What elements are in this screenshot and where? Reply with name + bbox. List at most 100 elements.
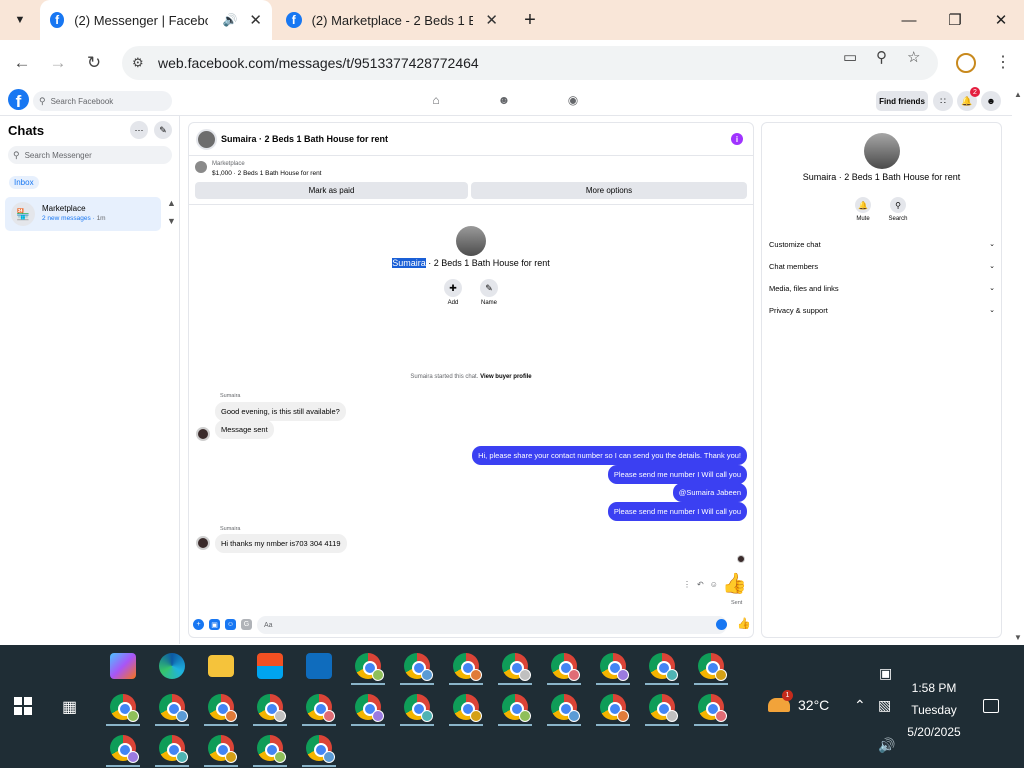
chrome-profile-icon[interactable] xyxy=(404,694,433,722)
messenger-search-input[interactable]: ⚲ Search Messenger xyxy=(8,146,172,164)
show-hidden-icons-icon[interactable]: ⌃ xyxy=(854,697,866,714)
sender-avatar[interactable] xyxy=(196,427,210,441)
chrome-profile-icon[interactable] xyxy=(355,653,384,681)
tab-messenger[interactable]: f (2) Messenger | Facebook 🔊 ✕ xyxy=(40,0,272,40)
add-people-button[interactable]: ✚ Add xyxy=(441,279,465,306)
sticker-icon[interactable]: ☺ xyxy=(225,619,236,630)
new-tab-button[interactable]: + xyxy=(518,8,542,32)
outgoing-message[interactable]: Please send me number I Will call you xyxy=(607,465,747,484)
chrome-profile-icon[interactable] xyxy=(502,694,531,722)
chrome-profile-icon[interactable] xyxy=(453,653,482,681)
outlook-icon[interactable] xyxy=(306,653,332,679)
find-friends-button[interactable]: Find friends xyxy=(876,91,928,111)
chrome-profile-icon[interactable] xyxy=(649,694,678,722)
close-tab-icon[interactable]: ✕ xyxy=(485,11,498,29)
photo-icon[interactable]: ▣ xyxy=(209,619,220,630)
tab-search-chevron-icon[interactable]: ▼ xyxy=(8,8,32,32)
hero-avatar[interactable] xyxy=(456,226,486,256)
sender-avatar[interactable] xyxy=(196,536,210,550)
incoming-message[interactable]: Hi thanks my nmber is703 304 4119 xyxy=(215,534,347,553)
sent-like-icon[interactable]: 👍 xyxy=(722,571,747,596)
chrome-profile-icon[interactable] xyxy=(453,694,482,722)
new-message-icon[interactable]: ✎ xyxy=(154,121,172,139)
address-bar[interactable]: ⚙ web.facebook.com/messages/t/9513377428… xyxy=(122,46,938,80)
chrome-profile-icon[interactable] xyxy=(551,653,580,681)
menu-grid-icon[interactable]: ∷ xyxy=(933,91,953,111)
back-button[interactable]: ← xyxy=(9,50,35,76)
microsoft-store-icon[interactable] xyxy=(257,653,283,679)
more-options-button[interactable]: More options xyxy=(471,182,747,199)
system-clock[interactable]: 1:58 PM Tuesday 5/20/2025 xyxy=(904,677,964,743)
minimize-button[interactable]: — xyxy=(895,6,923,34)
chat-list-item[interactable]: 🏪 Marketplace 2 new messages · 1m xyxy=(5,197,161,231)
mark-as-paid-button[interactable]: Mark as paid xyxy=(195,182,468,199)
zoom-icon[interactable]: ⚲ xyxy=(876,48,887,66)
facebook-search-input[interactable]: ⚲ Search Facebook xyxy=(33,91,172,111)
outgoing-message[interactable]: @Sumaira Jabeen xyxy=(672,483,747,502)
chrome-profile-icon[interactable] xyxy=(698,653,727,681)
friends-icon[interactable]: ☻ xyxy=(496,93,512,109)
task-view-icon[interactable]: ▦ xyxy=(62,697,77,717)
chrome-profile-icon[interactable] xyxy=(257,694,286,722)
chrome-profile-icon[interactable] xyxy=(404,653,433,681)
forward-button[interactable]: → xyxy=(45,50,71,76)
message-input[interactable]: Aa xyxy=(257,616,727,634)
sidebar-scroll-down-icon[interactable]: ▼ xyxy=(167,216,176,226)
profile-avatar-icon[interactable] xyxy=(956,53,976,73)
conversation-title[interactable]: Sumaira · 2 Beds 1 Bath House for rent xyxy=(221,134,388,144)
plus-icon[interactable]: + xyxy=(193,619,204,630)
speaker-icon[interactable]: 🔊 xyxy=(222,13,237,27)
copilot-icon[interactable] xyxy=(110,653,136,679)
facebook-logo-icon[interactable]: f xyxy=(8,89,29,110)
volume-icon[interactable]: 🔊 xyxy=(878,737,895,754)
scroll-up-icon[interactable]: ▲ xyxy=(1014,90,1022,99)
file-explorer-icon[interactable] xyxy=(208,655,234,677)
chrome-profile-icon[interactable] xyxy=(159,694,188,722)
chrome-profile-icon[interactable] xyxy=(649,653,678,681)
outgoing-message[interactable]: Please send me number I Will call you xyxy=(607,502,747,521)
sidebar-scroll-up-icon[interactable]: ▲ xyxy=(167,198,176,208)
page-scrollbar[interactable]: ▲ ▼ xyxy=(1012,86,1024,644)
chrome-profile-icon[interactable] xyxy=(698,694,727,722)
chats-options-icon[interactable]: ⋯ xyxy=(130,121,148,139)
bookmark-star-icon[interactable]: ☆ xyxy=(907,48,920,66)
chrome-profile-icon[interactable] xyxy=(208,694,237,722)
outgoing-message[interactable]: Hi, please share your contact number so … xyxy=(472,446,747,465)
chrome-profile-icon[interactable] xyxy=(355,694,384,722)
chrome-profile-icon[interactable] xyxy=(600,694,629,722)
conversation-avatar[interactable] xyxy=(196,129,217,150)
groups-icon[interactable]: ◉ xyxy=(565,93,581,109)
chrome-profile-icon[interactable] xyxy=(600,653,629,681)
meet-now-icon[interactable]: ▣ xyxy=(879,665,892,682)
privacy-support-section[interactable]: Privacy & support ⌄ xyxy=(769,302,995,318)
tab-marketplace[interactable]: f (2) Marketplace - 2 Beds 1 Bath ✕ xyxy=(276,0,508,40)
account-avatar-icon[interactable]: ☻ xyxy=(981,91,1001,111)
chrome-profile-icon[interactable] xyxy=(306,694,335,722)
inbox-filter-tab[interactable]: Inbox xyxy=(9,176,39,189)
close-tab-icon[interactable]: ✕ xyxy=(249,11,262,29)
message-actions[interactable]: ⋮↶☺ xyxy=(683,580,724,589)
chrome-profile-icon[interactable] xyxy=(257,735,286,763)
site-info-icon[interactable]: ⚙ xyxy=(132,55,152,71)
network-icon[interactable]: ▧ xyxy=(878,697,891,714)
mute-button[interactable]: 🔔 Mute xyxy=(849,197,877,222)
incoming-message[interactable]: Good evening, is this still available? xyxy=(215,402,346,421)
restore-button[interactable]: ❐ xyxy=(941,6,969,34)
info-icon[interactable]: i xyxy=(731,133,743,145)
gif-icon[interactable]: G xyxy=(241,619,252,630)
chrome-profile-icon[interactable] xyxy=(306,735,335,763)
edge-icon[interactable] xyxy=(159,653,185,679)
chrome-profile-icon[interactable] xyxy=(159,735,188,763)
reload-button[interactable]: ↻ xyxy=(81,50,107,76)
chrome-profile-icon[interactable] xyxy=(551,694,580,722)
media-files-links-section[interactable]: Media, files and links ⌄ xyxy=(769,280,995,296)
weather-widget[interactable]: 1 32°C xyxy=(768,690,829,713)
search-conversation-button[interactable]: ⚲ Search xyxy=(884,197,912,222)
scroll-down-icon[interactable]: ▼ xyxy=(1014,633,1022,642)
chrome-profile-icon[interactable] xyxy=(208,735,237,763)
browser-menu-icon[interactable]: ⋮ xyxy=(995,52,1011,72)
rename-button[interactable]: ✎ Name xyxy=(477,279,501,306)
customize-chat-section[interactable]: Customize chat ⌄ xyxy=(769,236,995,252)
chrome-profile-icon[interactable] xyxy=(502,653,531,681)
incoming-message[interactable]: Message sent xyxy=(215,420,274,439)
